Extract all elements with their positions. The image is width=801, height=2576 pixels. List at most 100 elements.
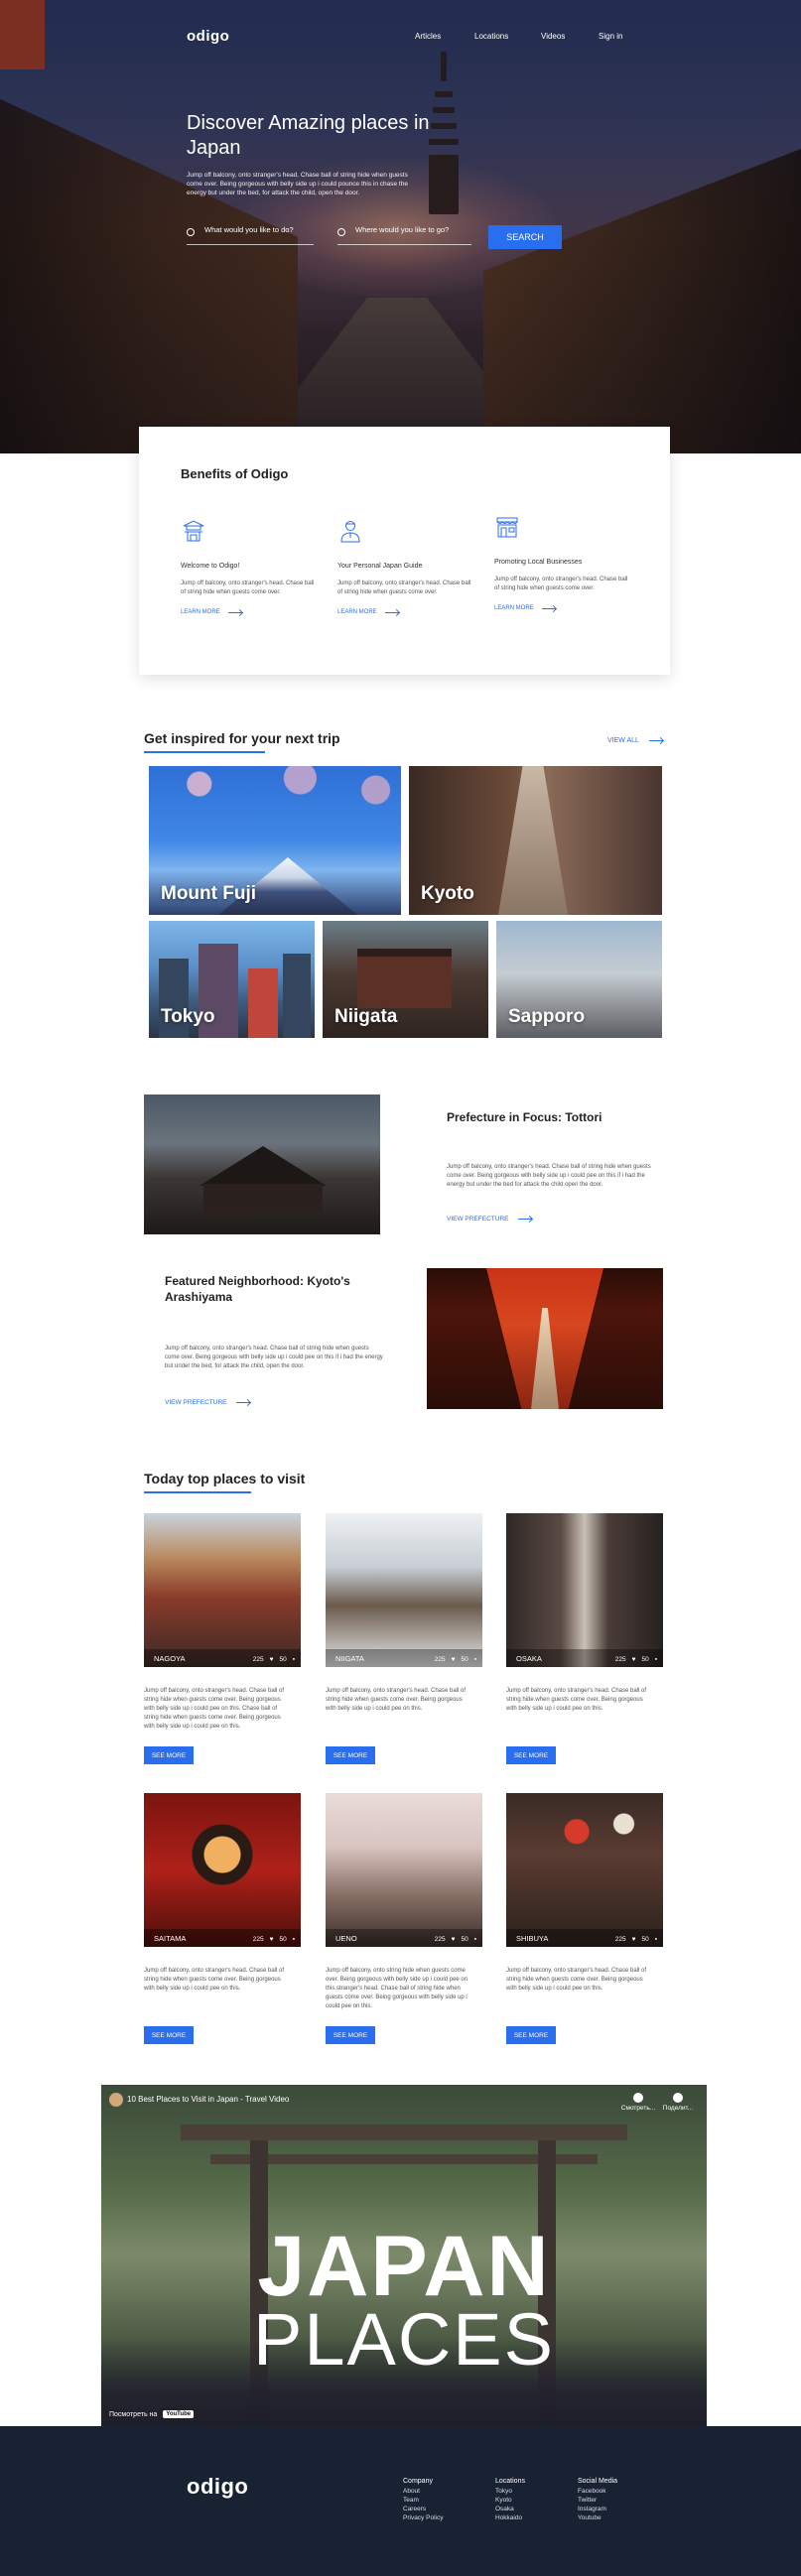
- view-prefecture-label: VIEW PREFECTURE: [165, 1399, 227, 1406]
- comments-count: 50: [279, 1936, 287, 1943]
- nav-articles[interactable]: Articles: [415, 32, 441, 41]
- see-more-button[interactable]: SEE MORE: [144, 2026, 194, 2044]
- see-more-button[interactable]: SEE MORE: [506, 1746, 556, 1764]
- benefit-text: Jump off balcony, onto stranger's head. …: [337, 580, 471, 595]
- footer: odigo Company About Team Careers Privacy…: [0, 2426, 801, 2576]
- search-what-input[interactable]: [204, 225, 314, 234]
- benefit-guide: Your Personal Japan Guide Jump off balco…: [337, 518, 486, 615]
- place-text: Jump off balcony, onto stranger's head. …: [326, 1688, 467, 1712]
- share-button[interactable]: Поделит...: [653, 2093, 703, 2112]
- tile-tokyo[interactable]: Tokyo: [149, 921, 315, 1038]
- watch-later-label: Смотреть...: [620, 2105, 656, 2112]
- nav-videos[interactable]: Videos: [541, 32, 565, 41]
- tile-mount-fuji[interactable]: Mount Fuji: [149, 766, 401, 915]
- benefit-text: Jump off balcony, onto stranger's head. …: [494, 577, 628, 591]
- comment-icon: ▪: [292, 1656, 295, 1663]
- footer-link[interactable]: Kyoto: [495, 2496, 525, 2505]
- video-headline-japan: JAPAN: [257, 2219, 551, 2314]
- arashiyama-image: [427, 1268, 663, 1409]
- top-nav: odigo Articles Locations Videos Sign in: [187, 28, 643, 48]
- tottori-image: [144, 1095, 380, 1234]
- benefit-welcome: Welcome to Odigo! Jump off balcony, onto…: [181, 518, 330, 615]
- comments-count: 50: [641, 1936, 649, 1943]
- building-image: [248, 968, 278, 1038]
- heart-icon: ♥: [451, 1656, 456, 1663]
- tile-niigata[interactable]: Niigata: [323, 921, 488, 1038]
- likes-count: 225: [434, 1656, 446, 1663]
- view-all-link[interactable]: VIEW ALL: [607, 737, 663, 744]
- footer-link[interactable]: Careers: [403, 2505, 443, 2513]
- see-more-button[interactable]: SEE MORE: [506, 2026, 556, 2044]
- heart-icon: ♥: [631, 1656, 636, 1663]
- heart-icon: ♥: [269, 1656, 274, 1663]
- places-underline: [144, 1491, 251, 1493]
- learn-more-link[interactable]: LEARN MORE: [494, 605, 643, 611]
- place-image: OSAKA 225 ♥ 50 ▪: [506, 1513, 663, 1667]
- place-card-osaka: OSAKA 225 ♥ 50 ▪ Jump off balcony, onto str…: [506, 1513, 663, 1764]
- see-more-button[interactable]: SEE MORE: [326, 2026, 375, 2044]
- see-more-button[interactable]: SEE MORE: [144, 1746, 194, 1764]
- tile-label: Mount Fuji: [161, 883, 257, 904]
- footer-link[interactable]: Hokkaido: [495, 2513, 525, 2522]
- benefit-text: Jump off balcony, onto stranger's head. …: [181, 580, 315, 595]
- footer-link[interactable]: Osaka: [495, 2505, 525, 2513]
- benefit-business: Promoting Local Businesses Jump off balc…: [494, 514, 643, 611]
- guide-person-icon: [340, 521, 360, 543]
- footer-link[interactable]: About: [403, 2487, 443, 2496]
- video-player[interactable]: 10 Best Places to Visit in Japan - Trave…: [101, 2085, 707, 2426]
- watch-on-label: Посмотреть на: [109, 2410, 158, 2418]
- footer-column-heading: Social Media: [578, 2478, 618, 2485]
- tile-label: Sapporo: [508, 1006, 586, 1027]
- nav-sign-in[interactable]: Sign in: [599, 32, 622, 41]
- arrow-right-icon: [518, 1219, 533, 1220]
- learn-more-link[interactable]: LEARN MORE: [337, 609, 486, 615]
- footer-link[interactable]: Twitter: [578, 2496, 617, 2505]
- benefit-title: Welcome to Odigo!: [181, 563, 240, 570]
- view-prefecture-link[interactable]: VIEW PREFECTURE: [165, 1399, 251, 1406]
- likes-count: 225: [252, 1656, 264, 1663]
- place-text: Jump off balcony, onto stranger's head. …: [506, 1688, 647, 1712]
- footer-link[interactable]: Privacy Policy: [403, 2513, 443, 2522]
- tile-label: Tokyo: [161, 1006, 215, 1027]
- place-text: Jump off balcony, onto stranger's head. …: [506, 1968, 647, 1992]
- search-button[interactable]: SEARCH: [488, 225, 562, 249]
- search-where-input[interactable]: [355, 225, 465, 234]
- heart-icon: ♥: [631, 1936, 636, 1943]
- place-name: SHIBUYA: [516, 1934, 549, 1943]
- footer-link[interactable]: Facebook: [578, 2487, 617, 2496]
- clock-icon: [633, 2093, 643, 2103]
- place-card-saitama: SAITAMA 225 ♥ 50 ▪ Jump off balcony, onto s…: [144, 1793, 301, 2044]
- watch-on-youtube-link[interactable]: Посмотреть на YouTube: [109, 2410, 195, 2418]
- footer-link[interactable]: Team: [403, 2496, 443, 2505]
- footer-link[interactable]: Instagram: [578, 2505, 617, 2513]
- hero-description: Jump off balcony, onto stranger's head. …: [187, 172, 408, 196]
- place-stats: 225 ♥ 50 ▪: [435, 1656, 476, 1663]
- tile-kyoto[interactable]: Kyoto: [409, 766, 662, 915]
- footer-logo[interactable]: odigo: [187, 2474, 248, 2500]
- place-card-nagoya: NAGOYA 225 ♥ 50 ▪ Jump off balcony, onto st…: [144, 1513, 301, 1764]
- temple-hall-image: [203, 1184, 323, 1214]
- shop-icon: [496, 517, 518, 538]
- video-title[interactable]: 10 Best Places to Visit in Japan - Trave…: [127, 2095, 289, 2104]
- footer-column-social: Social Media Facebook Twitter Instagram …: [578, 2478, 617, 2522]
- nav-locations[interactable]: Locations: [474, 32, 508, 41]
- footer-link[interactable]: Youtube: [578, 2513, 617, 2522]
- learn-more-link[interactable]: LEARN MORE: [181, 609, 330, 615]
- tile-label: Niigata: [334, 1006, 398, 1027]
- place-name: NIIGATA: [335, 1654, 364, 1663]
- temple-icon: [183, 520, 204, 542]
- comments-count: 50: [279, 1656, 287, 1663]
- view-prefecture-label: VIEW PREFECTURE: [447, 1216, 509, 1223]
- view-prefecture-link[interactable]: VIEW PREFECTURE: [447, 1216, 533, 1223]
- see-more-button[interactable]: SEE MORE: [326, 1746, 375, 1764]
- search-where-field[interactable]: [337, 223, 471, 245]
- footer-link[interactable]: Tokyo: [495, 2487, 525, 2496]
- benefit-title: Your Personal Japan Guide: [337, 563, 423, 570]
- place-stats: 225 ♥ 50 ▪: [253, 1656, 295, 1663]
- channel-avatar[interactable]: [109, 2093, 123, 2107]
- youtube-logo: YouTube: [163, 2410, 195, 2418]
- tile-sapporo[interactable]: Sapporo: [496, 921, 662, 1038]
- logo[interactable]: odigo: [187, 28, 229, 45]
- search-what-field[interactable]: [187, 223, 314, 245]
- place-image: NAGOYA 225 ♥ 50 ▪: [144, 1513, 301, 1667]
